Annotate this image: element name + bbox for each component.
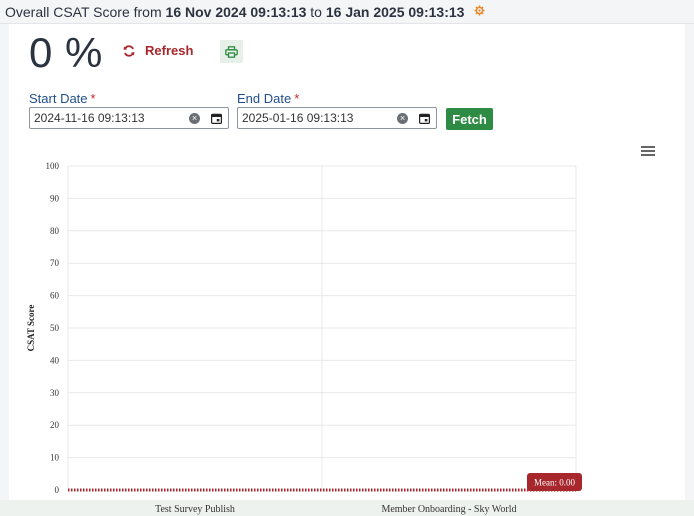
y-tick-label: 50 <box>50 323 60 333</box>
mean-label: Mean: 0.00 <box>534 478 575 488</box>
y-tick-label: 40 <box>50 355 60 365</box>
x-category-label: Member Onboarding - Sky World <box>381 504 516 515</box>
y-tick-label: 90 <box>50 193 60 203</box>
x-category-label: Test Survey Publish <box>155 504 235 515</box>
y-tick-label: 0 <box>55 485 60 495</box>
y-axis-label: CSAT Score <box>26 305 36 352</box>
y-tick-label: 10 <box>50 453 60 463</box>
y-tick-label: 70 <box>50 258 60 268</box>
y-tick-label: 100 <box>46 161 60 171</box>
y-tick-label: 60 <box>50 291 60 301</box>
csat-bar-chart: 0 10 20 30 40 50 60 70 80 90 100 Test Survey Publis… <box>26 161 582 515</box>
y-tick-label: 20 <box>50 420 60 430</box>
y-tick-label: 30 <box>50 388 60 398</box>
y-tick-label: 80 <box>50 226 60 236</box>
